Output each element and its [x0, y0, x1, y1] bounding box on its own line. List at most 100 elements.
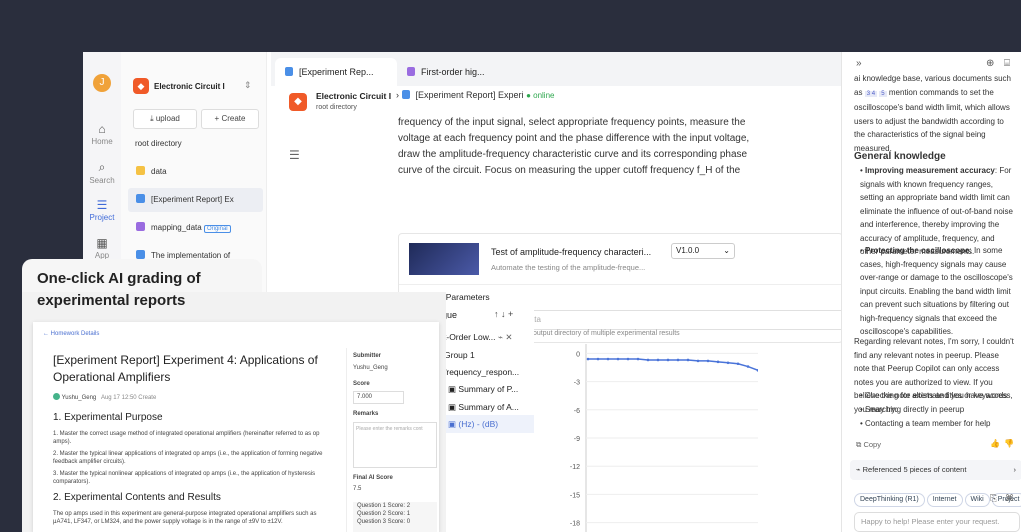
rail-search[interactable]: ⌕ Search [83, 160, 121, 185]
data-point [616, 357, 620, 361]
rail-project-label: Project [89, 213, 115, 222]
report-title: [Experiment Report] Experiment 4: Applic… [53, 353, 318, 384]
divider [346, 348, 347, 532]
avatar [53, 393, 60, 400]
divider [399, 284, 842, 285]
references-bar[interactable]: ⌁ Referenced 5 pieces of content › [850, 460, 1021, 480]
link-icon[interactable]: ⌁ ✕ [498, 332, 513, 342]
version-select[interactable]: V1.0.0 ⌄ [671, 243, 735, 259]
folder-icon [136, 166, 145, 175]
outline-controls-icon[interactable]: ↑ ↓ + [494, 309, 513, 319]
tree-item-report[interactable]: [Experiment Report] Ex [128, 188, 263, 212]
avatar[interactable]: J [93, 74, 111, 92]
rail-home[interactable]: ⌂ Home [83, 122, 121, 146]
outline-item[interactable]: frequency_respon... [444, 367, 519, 377]
breadcrumb-doc[interactable]: [Experiment Report] Experi [416, 90, 524, 100]
app-thumbnail [409, 243, 479, 275]
remarks-input[interactable]: Please enter the remarks cont [353, 422, 437, 468]
report-item-2: 2. Master the typical linear application… [53, 451, 323, 465]
app-description: Automate the testing of the amplitude-fr… [491, 263, 646, 272]
link-icon: ⌁ [856, 465, 863, 474]
ai-text: mention commands to set the oscilloscope… [854, 87, 1010, 153]
thumbs-down-icon[interactable]: 👎 [1004, 439, 1014, 448]
attach-icon[interactable]: ⎘ [990, 493, 997, 504]
document-icon [401, 90, 410, 99]
home-icon: ⌂ [98, 122, 106, 136]
document-icon [136, 194, 145, 203]
prompt-icon[interactable]: ⌘ [1005, 493, 1014, 504]
outline-item[interactable]: ▣ Summary of P... [448, 384, 518, 395]
tree-item-data[interactable]: data [128, 160, 263, 184]
app-title: Test of amplitude-frequency characteri..… [491, 247, 652, 257]
header-title[interactable]: Electronic Circuit I [316, 91, 391, 101]
y-tick-label: -15 [570, 492, 580, 499]
create-button[interactable]: + Create [201, 109, 259, 129]
data-point [606, 357, 610, 361]
ref-badge-icon[interactable]: 5 [879, 90, 887, 97]
back-link[interactable]: ← Homework Details [43, 330, 99, 338]
upload-button[interactable]: ⤓ upload [133, 109, 197, 129]
list-text: Searching directly in peerup [865, 405, 965, 414]
ref-badge-icon[interactable]: 3 4 [864, 90, 878, 97]
chip-internet[interactable]: Internet [926, 493, 963, 507]
thumbs-up-icon[interactable]: 👍 [990, 439, 1000, 448]
app-icon: ▦ [96, 236, 108, 250]
question-scores: Question 1 Score: 2 Question 2 Score: 1 … [353, 502, 437, 532]
chip-deepthinking[interactable]: DeepThinking (R1) [854, 493, 925, 507]
outline-item[interactable]: ▣ Summary of A... [448, 402, 519, 413]
report-text-4: The op amps used in this experiment are … [53, 511, 317, 525]
report-item-3: 3. Master the typical nonlinear applicat… [53, 471, 316, 485]
y-tick-label: 0 [576, 351, 580, 358]
image-icon: ▣ [448, 402, 459, 412]
data-point [596, 357, 600, 361]
ai-panel: » ⊕ ⌸ ai knowledge base, various documen… [841, 52, 1021, 532]
rail-home-label: Home [91, 137, 113, 146]
ai-answer-intro: ai knowledge base, various documents suc… [854, 72, 1014, 155]
status-badge: ● online [526, 91, 555, 100]
outline-item[interactable]: t-Order Low... ⌁ ✕ [444, 332, 512, 343]
bullet-title: Improving measurement accuracy [865, 166, 995, 175]
data-point [736, 362, 740, 366]
image-icon: ▣ [448, 419, 459, 429]
notebook-icon [407, 67, 415, 76]
copy-button[interactable]: ⧉ Copy [856, 440, 881, 450]
output-dir-input[interactable]: Data [519, 310, 845, 330]
ai-input[interactable]: Happy to help! Please enter your request… [854, 512, 1020, 532]
tab-report[interactable]: [Experiment Rep... [275, 58, 397, 86]
project-title: Electronic Circuit I [154, 82, 225, 91]
upload-label: upload [155, 114, 180, 123]
switch-project-icon[interactable]: ⇕ [244, 80, 252, 91]
root-directory[interactable]: root directory [135, 139, 182, 148]
frequency-response-chart: 0 -3 -6 -9 -12 -15 -18 [570, 344, 758, 532]
ai-list-2: • Searching directly in peerup [860, 405, 965, 414]
new-chat-icon[interactable]: ⊕ [986, 58, 994, 69]
report-text: Master the typical nonlinear application… [53, 471, 316, 485]
report-sheet: ← Homework Details [Experiment Report] E… [33, 322, 439, 532]
outline-item-label: t-Order Low... [444, 332, 496, 342]
ai-heading: General knowledge [854, 151, 946, 162]
tree-item-label: [Experiment Report] Ex [151, 195, 234, 204]
report-text: Master the correct usage method of integ… [53, 431, 320, 445]
outline-item-label: Summary of P... [458, 384, 519, 394]
submitter-value: Yushu_Geng [353, 365, 388, 371]
rail-app[interactable]: ▦ App [83, 236, 121, 260]
data-point [746, 365, 750, 368]
rail-project[interactable]: ☰ Project [83, 198, 121, 222]
ai-list-1: • Checking for alternate titles or keywo… [860, 391, 1008, 400]
report-h2: 2. Experimental Contents and Results [53, 492, 221, 503]
tab-label: [Experiment Rep... [299, 67, 374, 77]
score-input[interactable]: 7.000 [353, 391, 404, 404]
project-icon: ☰ [96, 198, 108, 212]
tree-item-mapping[interactable]: mapping_data Original [128, 216, 263, 240]
references-label: Referenced 5 pieces of content [862, 465, 967, 474]
outline-toggle-icon[interactable]: ☰ [289, 148, 300, 162]
status-text: online [533, 91, 555, 100]
collapse-icon[interactable]: » [856, 58, 862, 69]
chip-wiki[interactable]: Wiki [964, 493, 990, 507]
document-icon [136, 250, 145, 259]
outline-item-selected[interactable]: ▣ (Hz) - (dB) [440, 415, 534, 433]
tab-first-order[interactable]: First-order hig... [397, 58, 527, 86]
list-text: Checking for alternate titles or keyword… [865, 391, 1008, 400]
outline-item[interactable]: Group 1 [444, 350, 475, 360]
history-icon[interactable]: ⌸ [1004, 58, 1010, 69]
